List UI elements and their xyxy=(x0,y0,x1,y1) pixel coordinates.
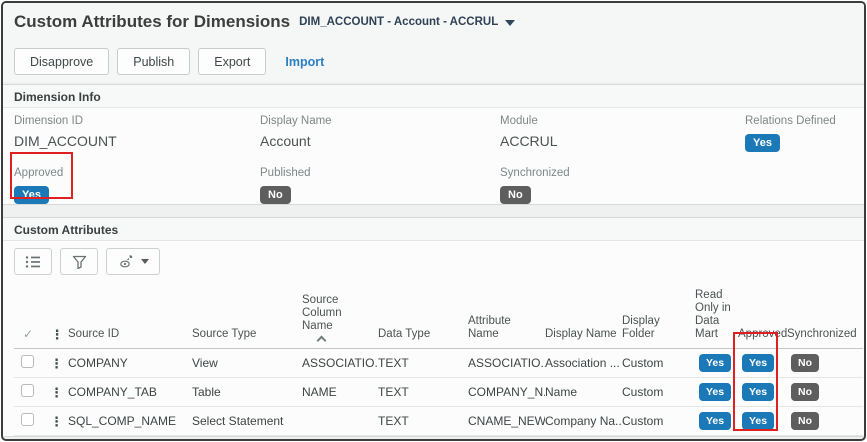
dimension-info-section-title: Dimension Info xyxy=(3,85,864,108)
dropdown-caret-icon[interactable] xyxy=(140,259,149,264)
synchronized-badge: No xyxy=(791,383,819,401)
choose-columns-button[interactable] xyxy=(14,248,52,275)
col-synchronized[interactable]: Synchronized xyxy=(787,328,863,348)
field-label: Synchronized xyxy=(500,167,570,179)
cell-display-name: Name xyxy=(545,385,578,399)
row-menu-icon[interactable]: ⋮ xyxy=(50,415,68,428)
custom-attributes-table: ✓ ⋮ Source ID Source Type Source Column … xyxy=(14,276,863,436)
filter-icon xyxy=(72,255,86,269)
cell-source-type: View xyxy=(192,356,218,370)
page-header: Custom Attributes for Dimensions DIM_ACC… xyxy=(3,3,864,82)
cell-data-type: TEXT xyxy=(378,414,409,428)
cell-source-column-name: ASSOCIATIO... xyxy=(302,356,378,370)
export-view-split-button[interactable] xyxy=(106,248,160,275)
field-label: Approved xyxy=(14,167,64,179)
dimension-context-label: DIM_ACCOUNT - Account - ACCRUL xyxy=(299,16,499,28)
field-dimension-id: Dimension ID DIM_ACCOUNT xyxy=(14,115,260,152)
field-relations-defined: Relations Defined Yes xyxy=(745,115,864,152)
read-only-badge: Yes xyxy=(699,354,732,372)
col-read-only-in-data-mart[interactable]: Read Only in Data Mart xyxy=(695,289,738,348)
table-row: ⋮ SQL_COMP_NAME Select Statement TEXT CN… xyxy=(14,407,863,436)
chevron-down-icon xyxy=(505,20,516,26)
col-approved[interactable]: Approved xyxy=(738,328,787,348)
cell-attribute-name: COMPANY_N... xyxy=(468,385,545,399)
row-checkbox[interactable] xyxy=(21,355,34,368)
cell-source-id: SQL_COMP_NAME xyxy=(68,414,177,428)
cell-source-id: COMPANY_TAB xyxy=(68,385,157,399)
page-title: Custom Attributes for Dimensions xyxy=(14,12,291,31)
field-published: Published No xyxy=(260,167,500,204)
row-checkbox[interactable] xyxy=(21,384,34,397)
export-button[interactable]: Export xyxy=(198,48,267,75)
custom-attributes-section-title: Custom Attributes xyxy=(3,218,864,241)
col-source-id[interactable]: Source ID xyxy=(68,328,192,348)
field-label: Module xyxy=(500,115,538,127)
col-data-type[interactable]: Data Type xyxy=(378,328,468,348)
status-badge: Yes xyxy=(745,134,780,152)
cell-source-type: Select Statement xyxy=(192,414,284,428)
field-synchronized: Synchronized No xyxy=(500,167,745,204)
cell-display-name: Company Na... xyxy=(545,414,622,428)
table-header-row: ✓ ⋮ Source ID Source Type Source Column … xyxy=(14,276,863,349)
field-label: Display Name xyxy=(260,115,332,127)
select-all-check-icon[interactable]: ✓ xyxy=(14,328,50,348)
synchronized-badge: No xyxy=(791,412,819,430)
header-row-menu-icon[interactable]: ⋮ xyxy=(50,328,68,348)
status-badge: No xyxy=(260,186,291,204)
export-view-icon xyxy=(119,255,132,268)
col-source-column-name[interactable]: Source Column Name xyxy=(302,294,378,348)
cell-attribute-name: ASSOCIATIO... xyxy=(468,356,545,370)
cell-display-folder: Custom xyxy=(622,414,664,428)
field-value: ACCRUL xyxy=(500,133,558,149)
sort-ascending-icon xyxy=(316,335,327,346)
choose-columns-icon xyxy=(25,255,40,268)
col-source-type[interactable]: Source Type xyxy=(192,328,302,348)
approved-badge: Yes xyxy=(742,412,775,430)
dimension-info-panel: Dimension Info Dimension ID DIM_ACCOUNT … xyxy=(3,84,864,205)
action-button-row: Disapprove Publish Export Import xyxy=(14,48,335,75)
status-badge: No xyxy=(500,186,531,204)
col-display-name[interactable]: Display Name xyxy=(545,328,622,348)
publish-button[interactable]: Publish xyxy=(117,48,191,75)
field-approved: Approved Yes xyxy=(14,167,260,204)
row-menu-icon[interactable]: ⋮ xyxy=(50,386,68,399)
filter-button[interactable] xyxy=(60,248,98,275)
read-only-badge: Yes xyxy=(699,412,732,430)
cell-attribute-name: CNAME_NEW xyxy=(468,414,545,428)
table-row: ⋮ COMPANY View ASSOCIATIO... TEXT ASSOCI… xyxy=(14,349,863,378)
approved-badge: Yes xyxy=(742,383,775,401)
app-window: Custom Attributes for Dimensions DIM_ACC… xyxy=(1,1,866,441)
row-menu-icon[interactable]: ⋮ xyxy=(50,357,68,370)
field-label: Relations Defined xyxy=(745,115,836,127)
cell-display-folder: Custom xyxy=(622,385,664,399)
cell-source-column-name: NAME xyxy=(302,385,337,399)
cell-display-folder: Custom xyxy=(622,356,664,370)
synchronized-badge: No xyxy=(791,354,819,372)
cell-display-name: Association ... xyxy=(545,356,620,370)
field-module: Module ACCRUL xyxy=(500,115,745,152)
status-badge: Yes xyxy=(14,186,49,204)
field-value: DIM_ACCOUNT xyxy=(14,133,117,149)
read-only-badge: Yes xyxy=(699,383,732,401)
field-value: Account xyxy=(260,133,311,149)
import-button[interactable]: Import xyxy=(274,48,335,75)
col-display-folder[interactable]: Display Folder xyxy=(622,315,695,348)
custom-attributes-panel: Custom Attributes ✓ ⋮ Source ID Source T… xyxy=(3,217,864,437)
disapprove-button[interactable]: Disapprove xyxy=(14,48,110,75)
cell-source-id: COMPANY xyxy=(68,356,128,370)
field-label: Published xyxy=(260,167,311,179)
field-label: Dimension ID xyxy=(14,115,84,127)
field-display-name: Display Name Account xyxy=(260,115,500,152)
col-attribute-name[interactable]: Attribute Name xyxy=(468,315,545,348)
row-checkbox[interactable] xyxy=(21,413,34,426)
approved-badge: Yes xyxy=(742,354,775,372)
grid-toolbar xyxy=(14,248,160,275)
table-row: ⋮ COMPANY_TAB Table NAME TEXT COMPANY_N.… xyxy=(14,378,863,407)
cell-data-type: TEXT xyxy=(378,356,409,370)
cell-source-type: Table xyxy=(192,385,221,399)
dimension-context-dropdown[interactable]: DIM_ACCOUNT - Account - ACCRUL xyxy=(299,16,516,28)
cell-data-type: TEXT xyxy=(378,385,409,399)
